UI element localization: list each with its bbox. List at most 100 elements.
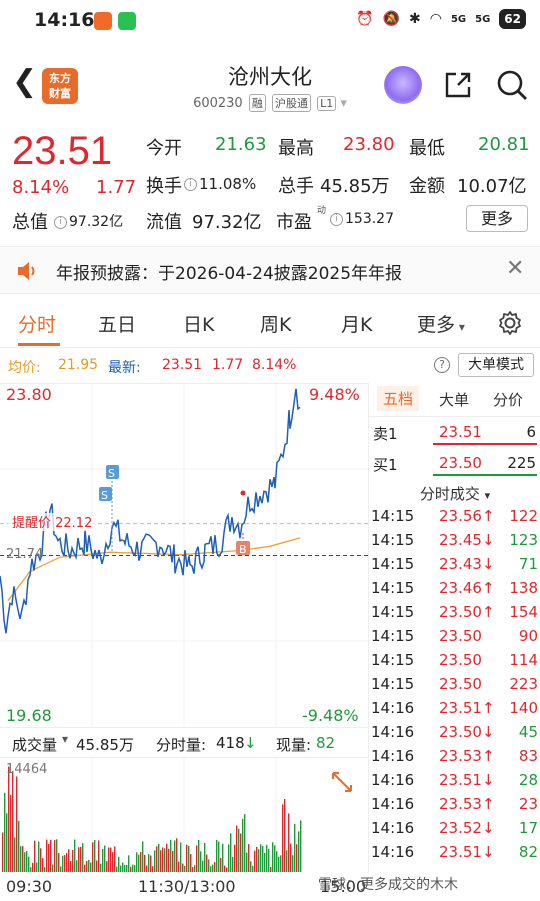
- notice-banner[interactable]: 年报预披露：于2026-04-24披露2025年年报 ✕: [0, 246, 540, 294]
- volume-chart[interactable]: 14464: [0, 757, 368, 872]
- volume-total: 45.85万: [76, 736, 134, 754]
- volume-bar: [186, 844, 188, 872]
- speaker-icon: [18, 262, 35, 280]
- chevron-down-icon: ▾: [455, 320, 465, 334]
- amount-value: 10.07亿: [457, 176, 527, 197]
- volume-bar: [162, 847, 164, 872]
- tick-volume: 90: [518, 627, 538, 645]
- info-icon-2[interactable]: i: [54, 215, 67, 229]
- volume-bar: [142, 841, 144, 872]
- y-max-label: 23.80: [6, 385, 52, 404]
- volume-bar: [260, 844, 262, 872]
- y-min-percent: -9.48%: [302, 706, 359, 725]
- tick-time: 14:15: [371, 627, 415, 645]
- tick-time: 14:16: [371, 747, 415, 765]
- tab-monthly-k[interactable]: 月K: [341, 310, 372, 337]
- volume-bar: [164, 848, 166, 872]
- volume-label[interactable]: 成交量: [12, 734, 57, 755]
- tick-row: 14:15 23.50 90: [369, 627, 540, 651]
- volume-bar: [278, 856, 280, 872]
- side-tabs: 五档 大单 分价: [369, 383, 540, 417]
- wechat-icon: [118, 12, 136, 30]
- volume-bar: [8, 766, 10, 872]
- search-icon[interactable]: [495, 68, 529, 102]
- volume-bar: [124, 865, 126, 872]
- chevron-down-icon: ▾: [484, 489, 491, 502]
- big-order-mode-button[interactable]: 大单模式: [458, 353, 534, 377]
- close-icon[interactable]: ✕: [506, 256, 524, 281]
- volume-bar: [22, 846, 24, 872]
- float-value: 97.32亿: [192, 212, 262, 233]
- volume-bar: [192, 867, 194, 872]
- tab-weekly-k[interactable]: 周K: [260, 310, 291, 337]
- tab-five-day[interactable]: 五日: [98, 310, 136, 337]
- tick-price: 23.56↑: [439, 507, 495, 525]
- volume-bar: [170, 839, 172, 872]
- level-tag: L1: [317, 96, 337, 111]
- volume-bar: [36, 862, 38, 872]
- volume-bar: [76, 860, 78, 872]
- ticks-title[interactable]: 分时成交 ▾: [369, 483, 540, 504]
- volume-bar: [26, 851, 28, 872]
- active-tab-indicator: [18, 343, 60, 346]
- avg-label: 均价:: [8, 360, 41, 376]
- volume-bar: [168, 848, 170, 872]
- tick-row: 14:16 23.50↓ 45: [369, 723, 540, 747]
- volume-bar: [86, 861, 88, 872]
- tick-price: 23.51↑: [439, 699, 495, 717]
- volume-bar: [206, 854, 208, 872]
- volume-bar: [202, 860, 204, 872]
- share-icon[interactable]: [443, 70, 473, 100]
- tick-price: 23.53↑: [439, 795, 495, 813]
- volume-bar: [88, 859, 90, 872]
- volume-bar: [242, 818, 244, 872]
- turnover-text: 11.08%: [199, 175, 257, 193]
- tick-price: 23.46↑: [439, 579, 495, 597]
- volume-bar: [248, 844, 250, 872]
- settings-icon[interactable]: [497, 310, 523, 336]
- status-icons: ⏰ 🔕 ✱ ◠ 5G 5G 62: [356, 9, 526, 29]
- volume-bar: [194, 865, 196, 872]
- tab-intraday[interactable]: 分时: [18, 310, 56, 337]
- more-button[interactable]: 更多: [466, 205, 528, 232]
- volume-bar: [114, 846, 116, 872]
- current-volume: 82: [316, 734, 336, 752]
- assistant-avatar[interactable]: [384, 66, 422, 104]
- volume-label: 总手: [278, 176, 314, 197]
- tick-time: 14:15: [371, 531, 415, 549]
- prev-close-label: 21.74: [6, 547, 43, 562]
- volume-bar: [218, 841, 220, 872]
- price-line: [0, 388, 301, 634]
- chevron-down-icon[interactable]: ▾: [62, 732, 68, 746]
- info-icon[interactable]: i: [184, 178, 197, 191]
- sell1-bar: [433, 443, 537, 445]
- tab-more[interactable]: 更多 ▾: [417, 310, 465, 337]
- current-point: [240, 490, 246, 496]
- alert-price-label[interactable]: 提醒价 22.12: [12, 515, 92, 531]
- high-label: 最高: [278, 138, 314, 159]
- down-arrow-icon: ↓: [244, 734, 257, 752]
- low-label: 最低: [409, 138, 445, 159]
- volume-bar: [18, 820, 20, 872]
- chevron-down-icon[interactable]: ▾: [340, 96, 347, 111]
- help-icon[interactable]: ?: [434, 357, 450, 373]
- intraday-price-chart[interactable]: 23.80 9.48% 19.68 -9.48% 21.74 提醒价 22.12…: [0, 383, 368, 728]
- volume-bar: [266, 844, 268, 872]
- app-logo: 东方 财富: [42, 68, 78, 104]
- tab-big-order[interactable]: 大单: [439, 389, 469, 410]
- tab-price-dist[interactable]: 分价: [493, 389, 523, 410]
- tab-daily-k[interactable]: 日K: [183, 310, 214, 337]
- volume-bar: [198, 839, 200, 872]
- volume-bar: [24, 852, 26, 872]
- back-icon[interactable]: ❮: [12, 64, 37, 99]
- tab-five-level[interactable]: 五档: [377, 386, 420, 411]
- volume-bar: [92, 842, 94, 872]
- volume-bar: [228, 844, 230, 872]
- volume-bar: [102, 848, 104, 872]
- expand-icon[interactable]: [332, 772, 352, 792]
- tick-row: 14:15 23.56↑ 122: [369, 507, 540, 531]
- volume-bar: [44, 867, 46, 872]
- volume-bar: [172, 850, 174, 872]
- volume-bar: [54, 840, 56, 872]
- info-icon-3[interactable]: i: [330, 212, 343, 226]
